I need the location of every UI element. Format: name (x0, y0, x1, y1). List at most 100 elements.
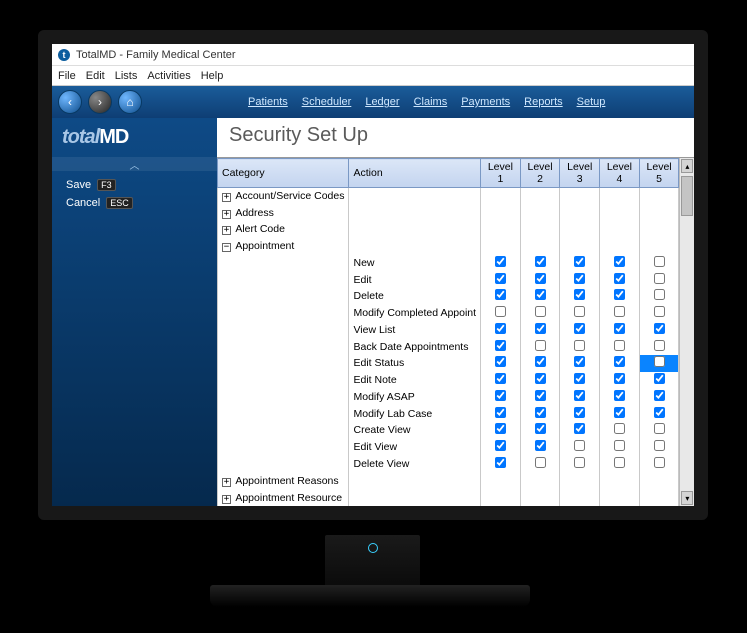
level-checkbox[interactable] (654, 323, 665, 334)
level-checkbox[interactable] (495, 373, 506, 384)
level-checkbox[interactable] (535, 289, 546, 300)
expand-icon[interactable]: + (222, 226, 231, 235)
level-checkbox[interactable] (495, 407, 506, 418)
level-checkbox[interactable] (495, 306, 506, 317)
category-row[interactable]: + Appointment Resource (218, 489, 679, 506)
col-action[interactable]: Action (349, 159, 481, 188)
level-checkbox[interactable] (535, 256, 546, 267)
level-checkbox[interactable] (614, 440, 625, 451)
nav-back-button[interactable]: ‹ (58, 90, 82, 114)
level-checkbox[interactable] (614, 323, 625, 334)
toolbar-link-claims[interactable]: Claims (414, 96, 448, 108)
level-checkbox[interactable] (535, 390, 546, 401)
toolbar-link-scheduler[interactable]: Scheduler (302, 96, 352, 108)
col-level5[interactable]: Level 5 (639, 159, 679, 188)
level-checkbox[interactable] (614, 289, 625, 300)
level-checkbox[interactable] (535, 423, 546, 434)
scroll-thumb[interactable] (681, 176, 693, 216)
level-checkbox[interactable] (574, 390, 585, 401)
level-checkbox[interactable] (654, 390, 665, 401)
category-row[interactable]: + Account/Service Codes (218, 188, 679, 205)
level-checkbox[interactable] (495, 340, 506, 351)
level-checkbox[interactable] (654, 457, 665, 468)
level-checkbox[interactable] (495, 256, 506, 267)
level-checkbox[interactable] (574, 407, 585, 418)
toolbar-link-setup[interactable]: Setup (577, 96, 606, 108)
level-checkbox[interactable] (654, 306, 665, 317)
scroll-down-icon[interactable]: ▾ (681, 491, 693, 505)
toolbar-link-payments[interactable]: Payments (461, 96, 510, 108)
col-level4[interactable]: Level 4 (600, 159, 640, 188)
level-checkbox[interactable] (574, 256, 585, 267)
collapse-icon[interactable]: − (222, 243, 231, 252)
level-checkbox[interactable] (614, 423, 625, 434)
level-checkbox[interactable] (535, 306, 546, 317)
level-checkbox[interactable] (574, 440, 585, 451)
menu-edit[interactable]: Edit (86, 70, 105, 82)
cancel-button[interactable]: Cancel ESC (66, 197, 203, 209)
level-checkbox[interactable] (574, 340, 585, 351)
category-row[interactable]: + Address (218, 204, 679, 221)
level-checkbox[interactable] (614, 373, 625, 384)
col-level2[interactable]: Level 2 (520, 159, 560, 188)
level-checkbox[interactable] (495, 457, 506, 468)
toolbar-link-ledger[interactable]: Ledger (365, 96, 399, 108)
nav-home-button[interactable]: ⌂ (118, 90, 142, 114)
level-checkbox[interactable] (574, 289, 585, 300)
level-checkbox[interactable] (535, 457, 546, 468)
nav-forward-button[interactable]: › (88, 90, 112, 114)
level-checkbox[interactable] (654, 256, 665, 267)
level-checkbox[interactable] (614, 457, 625, 468)
level-checkbox[interactable] (574, 356, 585, 367)
level-checkbox[interactable] (495, 323, 506, 334)
level-checkbox[interactable] (535, 323, 546, 334)
level-checkbox[interactable] (654, 373, 665, 384)
level-checkbox[interactable] (614, 306, 625, 317)
level-checkbox[interactable] (535, 340, 546, 351)
expand-icon[interactable]: + (222, 495, 231, 504)
level-checkbox[interactable] (574, 423, 585, 434)
level-checkbox[interactable] (535, 407, 546, 418)
level-checkbox[interactable] (495, 356, 506, 367)
level-checkbox[interactable] (654, 356, 665, 367)
level-checkbox[interactable] (654, 273, 665, 284)
level-checkbox[interactable] (574, 373, 585, 384)
level-checkbox[interactable] (614, 407, 625, 418)
level-checkbox[interactable] (654, 423, 665, 434)
level-checkbox[interactable] (535, 273, 546, 284)
level-checkbox[interactable] (535, 373, 546, 384)
level-checkbox[interactable] (614, 356, 625, 367)
category-row[interactable]: − Appointment (218, 238, 679, 255)
level-checkbox[interactable] (574, 323, 585, 334)
level-checkbox[interactable] (574, 273, 585, 284)
sidebar-collapse-icon[interactable]: ︿ (52, 157, 217, 171)
level-checkbox[interactable] (654, 289, 665, 300)
level-checkbox[interactable] (535, 356, 546, 367)
menu-lists[interactable]: Lists (115, 70, 138, 82)
level-checkbox[interactable] (654, 407, 665, 418)
category-row[interactable]: + Appointment Reasons (218, 472, 679, 489)
col-level3[interactable]: Level 3 (560, 159, 600, 188)
expand-icon[interactable]: + (222, 478, 231, 487)
toolbar-link-reports[interactable]: Reports (524, 96, 563, 108)
col-level1[interactable]: Level 1 (481, 159, 521, 188)
save-button[interactable]: Save F3 (66, 179, 203, 191)
level-checkbox[interactable] (614, 273, 625, 284)
level-checkbox[interactable] (614, 340, 625, 351)
level-checkbox[interactable] (614, 390, 625, 401)
expand-icon[interactable]: + (222, 193, 231, 202)
level-checkbox[interactable] (574, 457, 585, 468)
level-checkbox[interactable] (535, 440, 546, 451)
category-row[interactable]: + Alert Code (218, 221, 679, 238)
scroll-up-icon[interactable]: ▴ (681, 159, 693, 173)
menu-activities[interactable]: Activities (147, 70, 190, 82)
level-checkbox[interactable] (495, 390, 506, 401)
level-checkbox[interactable] (495, 289, 506, 300)
level-checkbox[interactable] (654, 340, 665, 351)
expand-icon[interactable]: + (222, 210, 231, 219)
level-checkbox[interactable] (495, 273, 506, 284)
menu-help[interactable]: Help (201, 70, 224, 82)
level-checkbox[interactable] (574, 306, 585, 317)
level-checkbox[interactable] (495, 440, 506, 451)
level-checkbox[interactable] (614, 256, 625, 267)
